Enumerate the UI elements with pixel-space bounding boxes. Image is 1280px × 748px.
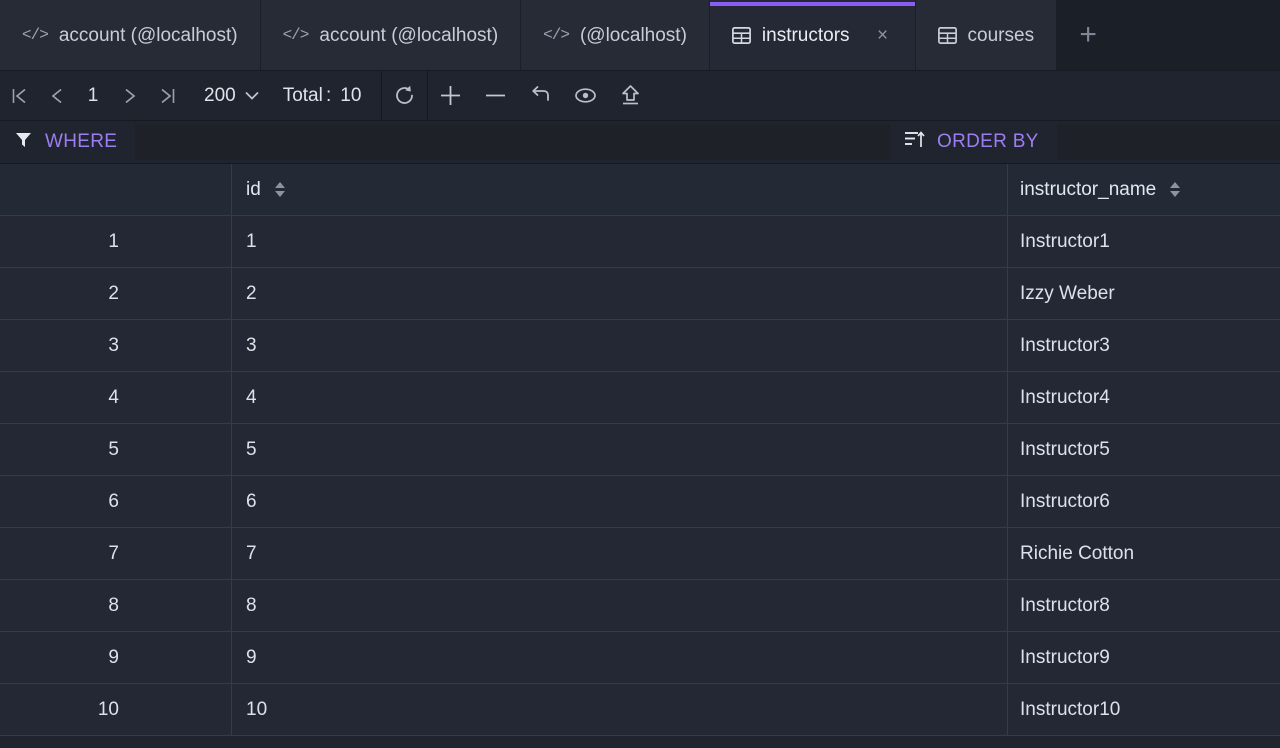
where-label: WHERE bbox=[45, 131, 118, 152]
row-number-cell: 9 bbox=[0, 632, 232, 684]
total-label: Total : bbox=[282, 84, 332, 106]
preview-icon[interactable] bbox=[563, 71, 608, 120]
table-row[interactable]: 4 4 Instructor4 bbox=[0, 372, 1280, 424]
cell-id[interactable]: 3 bbox=[232, 320, 1008, 372]
table-row[interactable]: 10 10 Instructor10 bbox=[0, 684, 1280, 736]
table-row[interactable]: 3 3 Instructor3 bbox=[0, 320, 1280, 372]
sort-icon bbox=[904, 130, 925, 154]
cell-instructor-name[interactable]: Instructor5 bbox=[1008, 424, 1280, 476]
tab-localhost[interactable]: </> (@localhost) bbox=[521, 0, 710, 70]
total-value: 10 bbox=[340, 84, 362, 106]
cell-id[interactable]: 6 bbox=[232, 476, 1008, 528]
new-tab-button[interactable]: + bbox=[1057, 0, 1120, 70]
table-body: 1 1 Instructor1 2 2 Izzy Weber 3 3 Instructor3 4 4… bbox=[0, 216, 1280, 736]
tab-bar: </> account (@localhost) </> account (@l… bbox=[0, 0, 1280, 70]
cell-id[interactable]: 7 bbox=[232, 528, 1008, 580]
tab-bar-filler bbox=[1119, 0, 1280, 70]
tab-label: account (@localhost) bbox=[58, 24, 238, 46]
row-number-cell: 6 bbox=[0, 476, 232, 528]
page-size-select[interactable]: 200 bbox=[186, 85, 273, 107]
tab-label: instructors bbox=[761, 24, 850, 46]
filter-funnel-icon bbox=[14, 130, 33, 155]
cell-id[interactable]: 4 bbox=[232, 372, 1008, 424]
row-number-cell: 2 bbox=[0, 268, 232, 320]
where-input[interactable] bbox=[135, 124, 890, 160]
cell-instructor-name[interactable]: Instructor10 bbox=[1008, 684, 1280, 736]
revert-icon[interactable] bbox=[518, 71, 563, 120]
next-page-icon[interactable] bbox=[110, 71, 148, 120]
orderby-group: ORDER BY bbox=[890, 121, 1280, 163]
grid-footer bbox=[0, 736, 1280, 748]
table-row[interactable]: 7 7 Richie Cotton bbox=[0, 528, 1280, 580]
cell-id[interactable]: 8 bbox=[232, 580, 1008, 632]
cell-id[interactable]: 10 bbox=[232, 684, 1008, 736]
rownum-header bbox=[0, 164, 232, 216]
refresh-icon[interactable] bbox=[382, 71, 427, 120]
row-number-cell: 10 bbox=[0, 684, 232, 736]
tab-label: courses bbox=[967, 24, 1035, 46]
cell-instructor-name[interactable]: Instructor1 bbox=[1008, 216, 1280, 268]
tab-account-1[interactable]: </> account (@localhost) bbox=[0, 0, 261, 70]
column-header-id[interactable]: id bbox=[232, 164, 1008, 216]
row-number-cell: 1 bbox=[0, 216, 232, 268]
table-header-row: id instructor_name bbox=[0, 164, 1280, 216]
table-row[interactable]: 8 8 Instructor8 bbox=[0, 580, 1280, 632]
orderby-button[interactable]: ORDER BY bbox=[890, 121, 1057, 163]
code-icon: </> bbox=[543, 26, 570, 44]
row-number-cell: 3 bbox=[0, 320, 232, 372]
sort-toggle-icon[interactable] bbox=[1170, 182, 1181, 197]
page-number-input[interactable]: 1 bbox=[76, 85, 110, 107]
table-row[interactable]: 2 2 Izzy Weber bbox=[0, 268, 1280, 320]
sort-toggle-icon[interactable] bbox=[274, 182, 285, 197]
prev-page-icon[interactable] bbox=[38, 71, 76, 120]
table-row[interactable]: 6 6 Instructor6 bbox=[0, 476, 1280, 528]
pagination-group: 1 bbox=[0, 71, 186, 120]
tab-label: (@localhost) bbox=[579, 24, 687, 46]
orderby-input[interactable] bbox=[1056, 124, 1280, 160]
table-grid-icon bbox=[731, 26, 751, 44]
cell-instructor-name[interactable]: Instructor3 bbox=[1008, 320, 1280, 372]
last-page-icon[interactable] bbox=[148, 71, 186, 120]
code-icon: </> bbox=[22, 26, 49, 44]
data-grid: id instructor_name 1 1 Instructor1 2 2 Izzy W… bbox=[0, 164, 1280, 748]
cell-id[interactable]: 9 bbox=[232, 632, 1008, 684]
cell-instructor-name[interactable]: Izzy Weber bbox=[1008, 268, 1280, 320]
row-number-cell: 5 bbox=[0, 424, 232, 476]
cell-instructor-name[interactable]: Instructor6 bbox=[1008, 476, 1280, 528]
row-number-cell: 7 bbox=[0, 528, 232, 580]
cell-instructor-name[interactable]: Richie Cotton bbox=[1008, 528, 1280, 580]
cell-id[interactable]: 5 bbox=[232, 424, 1008, 476]
filter-bar: WHERE ORDER BY bbox=[0, 121, 1280, 164]
orderby-label: ORDER BY bbox=[937, 131, 1039, 152]
table-grid-icon bbox=[937, 26, 957, 44]
delete-row-icon[interactable] bbox=[473, 71, 518, 120]
add-row-icon[interactable] bbox=[428, 71, 473, 120]
row-number-cell: 4 bbox=[0, 372, 232, 424]
row-number-cell: 8 bbox=[0, 580, 232, 632]
cell-instructor-name[interactable]: Instructor4 bbox=[1008, 372, 1280, 424]
tab-courses[interactable]: courses bbox=[915, 0, 1058, 70]
where-button[interactable]: WHERE bbox=[0, 121, 135, 163]
close-icon[interactable]: × bbox=[873, 25, 893, 45]
first-page-icon[interactable] bbox=[0, 71, 38, 120]
column-header-instructor-name[interactable]: instructor_name bbox=[1008, 164, 1280, 216]
chevron-down-icon bbox=[245, 88, 259, 103]
page-size-value: 200 bbox=[204, 84, 236, 106]
apply-icon[interactable] bbox=[608, 71, 653, 120]
cell-instructor-name[interactable]: Instructor9 bbox=[1008, 632, 1280, 684]
tab-label: account (@localhost) bbox=[319, 24, 499, 46]
data-toolbar: 1 200 Total : 10 bbox=[0, 70, 1280, 121]
tab-instructors[interactable]: instructors × bbox=[709, 0, 916, 70]
table-row[interactable]: 1 1 Instructor1 bbox=[0, 216, 1280, 268]
table-row[interactable]: 5 5 Instructor5 bbox=[0, 424, 1280, 476]
cell-instructor-name[interactable]: Instructor8 bbox=[1008, 580, 1280, 632]
table-row[interactable]: 9 9 Instructor9 bbox=[0, 632, 1280, 684]
code-icon: </> bbox=[282, 26, 310, 44]
cell-id[interactable]: 2 bbox=[232, 268, 1008, 320]
column-header-label: id bbox=[246, 178, 261, 200]
tab-account-2[interactable]: </> account (@localhost) bbox=[260, 0, 522, 70]
total-count: Total : 10 bbox=[273, 85, 382, 107]
cell-id[interactable]: 1 bbox=[232, 216, 1008, 268]
column-header-label: instructor_name bbox=[1020, 178, 1157, 200]
